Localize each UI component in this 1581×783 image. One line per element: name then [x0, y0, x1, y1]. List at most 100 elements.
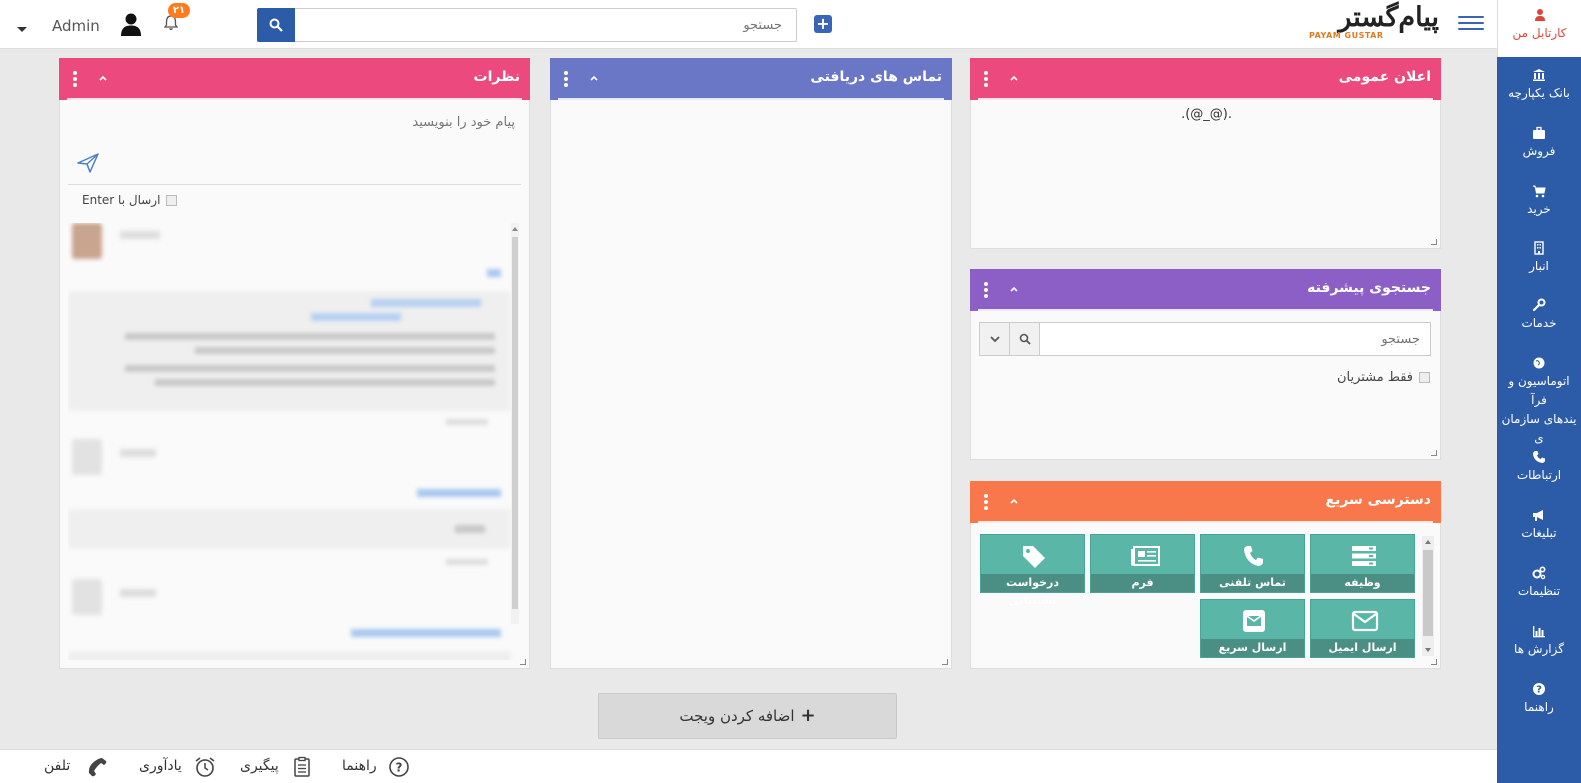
comment-date	[446, 419, 488, 425]
tile-label: وظیفه	[1311, 574, 1414, 592]
kebab-menu-icon[interactable]	[564, 71, 568, 87]
chevron-down-icon[interactable]	[17, 27, 27, 32]
kebab-menu-icon[interactable]	[984, 494, 988, 510]
comment-list	[68, 223, 521, 660]
send-with-enter-checkbox[interactable]: ارسال با Enter	[82, 193, 178, 207]
phone-icon	[1533, 451, 1545, 463]
comments-panel: نظرات ارسال با Enter	[59, 58, 530, 669]
search-icon	[269, 18, 283, 32]
advanced-search-button[interactable]	[1009, 322, 1041, 356]
sidebar-item-communications[interactable]: ارتباطات	[1497, 450, 1581, 485]
quick-access-phone-call[interactable]: تماس تلفنی	[1200, 534, 1305, 593]
comment-bubble	[68, 509, 511, 549]
chevron-up-icon[interactable]	[588, 72, 600, 84]
global-search-input[interactable]	[295, 9, 796, 41]
resize-handle-icon[interactable]	[1431, 450, 1437, 456]
quick-access-scrollbar[interactable]	[1422, 536, 1434, 656]
sidebar-item-reports[interactable]: گزارش ها	[1497, 624, 1581, 659]
sidebar-item-services[interactable]: خدمات	[1497, 298, 1581, 333]
wrench-icon	[1532, 298, 1546, 312]
comments-scrollbar[interactable]	[511, 223, 519, 624]
add-widget-button[interactable]: + اضافه کردن ویجت	[598, 693, 897, 739]
envelope-icon	[1351, 610, 1379, 632]
resize-handle-icon[interactable]	[1431, 239, 1437, 245]
search-icon	[1019, 333, 1031, 345]
svg-text:?: ?	[396, 761, 403, 775]
comment-link[interactable]	[351, 629, 501, 637]
chevron-up-icon[interactable]	[97, 72, 109, 84]
footer-phone[interactable]: تلفن	[44, 758, 70, 774]
question-icon: ?	[1533, 683, 1545, 696]
clipboard-icon[interactable]	[291, 756, 313, 778]
checkbox[interactable]	[166, 195, 178, 206]
logo-text: پیام‌گستر	[1338, 2, 1439, 33]
comment-author	[120, 231, 160, 239]
resize-handle-icon[interactable]	[520, 659, 526, 665]
kebab-menu-icon[interactable]	[984, 282, 988, 298]
only-customers-checkbox[interactable]: فقط مشتریان	[1337, 370, 1430, 385]
sidebar-item-sales[interactable]: فروش	[1497, 126, 1581, 161]
comment-date	[446, 559, 488, 565]
footer-reminder[interactable]: یادآوری	[139, 758, 182, 774]
checkbox-label: ارسال با Enter	[82, 193, 161, 207]
user-name[interactable]: Admin	[52, 17, 100, 35]
sidebar-item-automation[interactable]: اتوماسیون و فرآ یندهای سازمان ی	[1497, 356, 1581, 448]
chevron-up-icon[interactable]	[1008, 283, 1020, 295]
resize-handle-icon[interactable]	[1431, 659, 1437, 665]
resize-handle-icon[interactable]	[942, 659, 948, 665]
checkbox-label: فقط مشتریان	[1336, 370, 1413, 385]
user-icon[interactable]	[120, 12, 142, 36]
kebab-menu-icon[interactable]	[984, 71, 988, 87]
checkbox[interactable]	[1419, 372, 1430, 383]
kebab-menu-icon[interactable]	[73, 71, 77, 87]
sidebar: کارتابل من بانک یکپارچه فروش خرید انبار …	[1497, 0, 1581, 783]
avatar	[72, 579, 102, 615]
panel-title: تماس های دریافتی	[810, 69, 942, 85]
announcement-panel-header: اعلان عمومی	[970, 58, 1441, 100]
sidebar-item-warehouse[interactable]: انبار	[1497, 241, 1581, 276]
advanced-search-panel-header: جستجوی پیشرفته	[970, 269, 1441, 311]
sidebar-item-help[interactable]: ? راهنما	[1497, 682, 1581, 717]
chevron-down-icon	[990, 336, 1000, 343]
announcement-text: .(@_@).	[1181, 107, 1232, 122]
chevron-up-icon[interactable]	[1008, 72, 1020, 84]
sidebar-item-bank[interactable]: بانک یکپارچه	[1497, 68, 1581, 103]
search-button[interactable]	[257, 8, 295, 42]
footer-help[interactable]: راهنما	[342, 758, 377, 774]
notification-badge: ۲۱	[168, 3, 190, 18]
sidebar-item-label: تبلیغات	[1521, 526, 1557, 540]
quick-access-task[interactable]: وظیفه	[1310, 534, 1415, 593]
sidebar-item-label: ارتباطات	[1516, 468, 1562, 482]
add-new-button[interactable]: +	[814, 15, 832, 33]
send-icon[interactable]	[76, 152, 100, 174]
advanced-search-panel: جستجوی پیشرفته فقط مشتریان	[970, 269, 1441, 460]
sidebar-item-advertising[interactable]: تبلیغات	[1497, 508, 1581, 543]
sidebar-item-label: فروش	[1522, 144, 1556, 158]
comment-input[interactable]	[68, 115, 521, 155]
avatar	[72, 439, 102, 475]
question-circle-icon[interactable]: ?	[388, 756, 410, 778]
chevron-up-icon[interactable]	[1008, 495, 1020, 507]
quick-access-support-request[interactable]: درخواست پشتیبانی	[980, 534, 1085, 607]
sidebar-item-label: کارتابل من	[1512, 26, 1567, 40]
tag-icon	[1023, 546, 1045, 568]
add-widget-label: اضافه کردن ویجت	[679, 707, 795, 725]
advanced-search-input[interactable]	[1040, 323, 1430, 355]
sidebar-item-settings[interactable]: تنظیمات	[1497, 566, 1581, 601]
panel-title: جستجوی پیشرفته	[1307, 280, 1431, 296]
quick-access-form[interactable]: فرم	[1090, 534, 1195, 593]
quick-access-send-email[interactable]: ارسال ایمیل	[1310, 599, 1415, 658]
user-icon	[1534, 9, 1545, 21]
footer-follow-up[interactable]: پیگیری	[240, 758, 279, 774]
phone-icon[interactable]	[86, 756, 108, 778]
quick-access-quick-send[interactable]: ارسال سریع	[1200, 599, 1305, 658]
hamburger-menu-icon[interactable]	[1458, 12, 1484, 34]
sidebar-item-my-cartable[interactable]: کارتابل من	[1497, 0, 1581, 57]
comment-link[interactable]	[487, 269, 501, 277]
logo[interactable]: پیام‌گستر PAYAM GUSTAR	[1309, 2, 1439, 42]
sidebar-item-purchase[interactable]: خرید	[1497, 184, 1581, 219]
alarm-clock-icon[interactable]	[194, 756, 216, 778]
search-dropdown-button[interactable]	[979, 322, 1011, 356]
comment-link[interactable]	[417, 489, 501, 497]
panel-title: نظرات	[473, 69, 520, 85]
